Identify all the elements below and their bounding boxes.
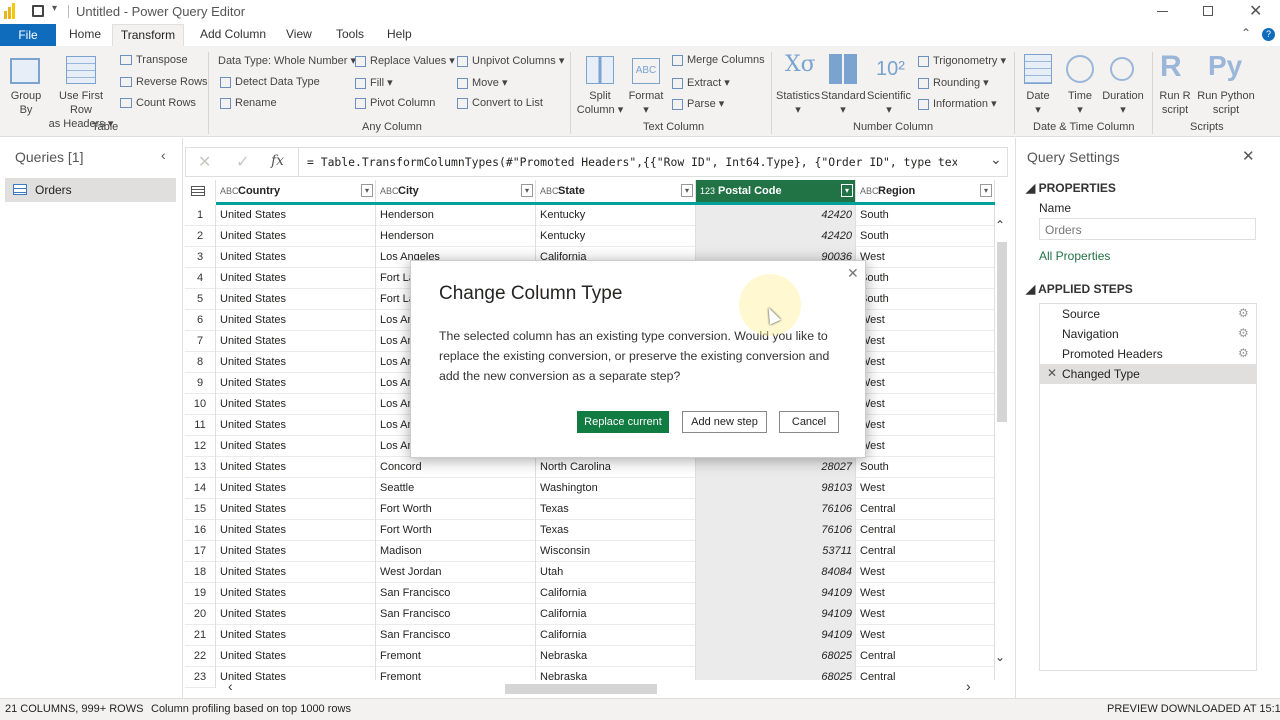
change-column-type-dialog: ✕ Change Column Type The selected column… bbox=[410, 260, 866, 458]
cursor-highlight bbox=[739, 274, 801, 336]
cancel-button[interactable]: Cancel bbox=[779, 411, 839, 433]
dialog-message: The selected column has an existing type… bbox=[439, 329, 830, 383]
close-dialog-icon[interactable]: ✕ bbox=[847, 265, 859, 282]
dialog-title: Change Column Type bbox=[439, 283, 623, 304]
modal-overlay: ✕ Change Column Type The selected column… bbox=[0, 0, 1280, 720]
replace-current-button[interactable]: Replace current bbox=[577, 411, 669, 433]
add-new-step-button[interactable]: Add new step bbox=[682, 411, 767, 433]
